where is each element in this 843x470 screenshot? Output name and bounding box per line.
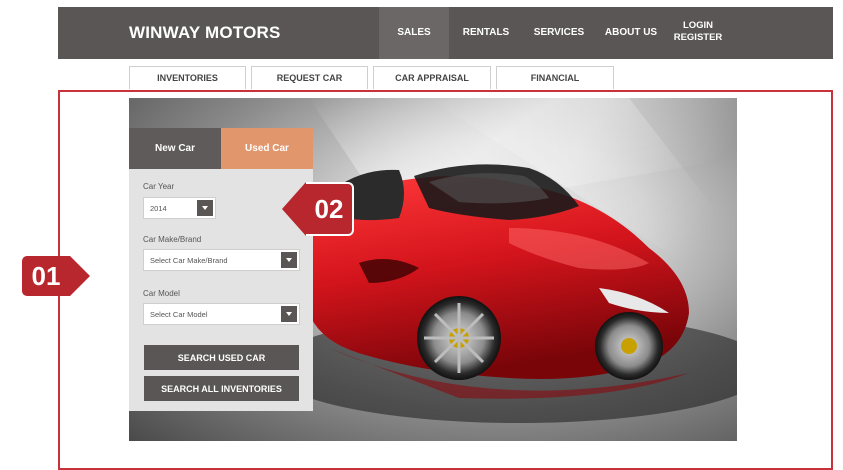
nav-about-us[interactable]: ABOUT US: [598, 7, 664, 59]
car-model-select[interactable]: Select Car Model: [143, 303, 300, 325]
login-link[interactable]: LOGIN: [666, 20, 730, 32]
subnav-car-appraisal[interactable]: CAR APPRAISAL: [373, 66, 491, 89]
tab-new-car[interactable]: New Car: [129, 128, 221, 169]
subnav-financial[interactable]: FINANCIAL: [496, 66, 614, 89]
brand-logo[interactable]: WINWAY MOTORS: [129, 23, 281, 43]
car-year-label: Car Year: [143, 182, 175, 191]
nav-sales[interactable]: SALES: [379, 7, 449, 59]
used-car-search-panel: New Car Used Car Car Year 2014 Car Make/…: [129, 128, 313, 411]
car-year-value: 2014: [150, 203, 167, 213]
dropdown-arrow-icon[interactable]: [281, 306, 297, 322]
dropdown-arrow-icon[interactable]: [197, 200, 213, 216]
car-make-select[interactable]: Select Car Make/Brand: [143, 249, 300, 271]
subnav-request-car[interactable]: REQUEST CAR: [251, 66, 368, 89]
tab-used-car[interactable]: Used Car: [221, 128, 313, 169]
dropdown-arrow-icon[interactable]: [281, 252, 297, 268]
car-make-value: Select Car Make/Brand: [150, 255, 228, 265]
search-all-inventories-button[interactable]: SEARCH ALL INVENTORIES: [144, 376, 299, 401]
top-navigation-bar: WINWAY MOTORS SALES RENTALS SERVICES ABO…: [58, 7, 833, 59]
car-year-select[interactable]: 2014: [143, 197, 216, 219]
car-model-label: Car Model: [143, 289, 180, 298]
callout-marker-01: 01: [22, 256, 90, 296]
search-used-car-button[interactable]: SEARCH USED CAR: [144, 345, 299, 370]
nav-rentals[interactable]: RENTALS: [453, 7, 519, 59]
subnav-inventories[interactable]: INVENTORIES: [129, 66, 246, 89]
car-model-value: Select Car Model: [150, 309, 208, 319]
register-link[interactable]: REGISTER: [666, 32, 730, 44]
nav-services[interactable]: SERVICES: [526, 7, 592, 59]
car-make-label: Car Make/Brand: [143, 235, 202, 244]
callout-marker-02: 02: [282, 182, 354, 236]
account-links: LOGIN REGISTER: [666, 20, 730, 44]
